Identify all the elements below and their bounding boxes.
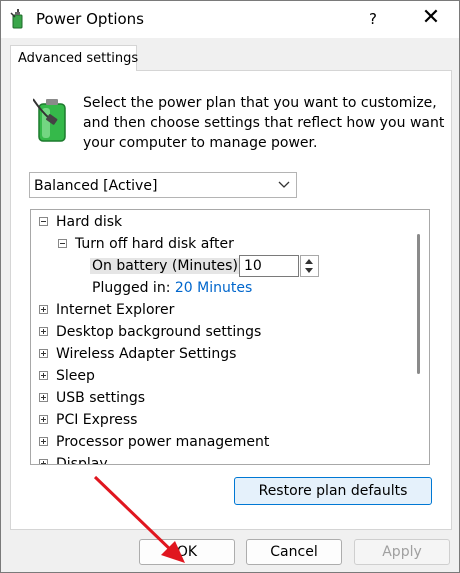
tree-item-label: Internet Explorer [56,302,175,318]
expand-icon[interactable] [39,415,48,424]
tree-item-label: PCI Express [56,412,138,428]
close-button[interactable]: ✕ [419,7,443,31]
chevron-down-icon [278,181,290,188]
expand-icon[interactable] [39,459,48,464]
tree-item-label: Display [56,456,108,465]
expand-icon[interactable] [39,371,48,380]
title-bar: Power Options ? ✕ [1,1,459,38]
power-plan-dropdown[interactable]: Balanced [Active] [29,172,297,198]
tree-scrollbar[interactable] [417,234,420,374]
plugged-in-value-link[interactable]: 20 Minutes [175,280,252,296]
tree-item-label: Sleep [56,368,95,384]
description-line: your computer to manage power. [83,135,318,151]
expand-icon[interactable] [39,349,48,358]
minutes-spinner[interactable] [300,255,319,277]
power-options-dialog: Power Options ? ✕ Advanced settings Sele… [0,0,460,573]
spin-up-icon[interactable] [305,259,313,264]
spin-down-icon[interactable] [305,268,313,273]
expand-icon[interactable] [39,393,48,402]
window-title: Power Options [36,10,144,28]
on-battery-row: On battery (Minutes): [90,255,245,277]
apply-button[interactable]: Apply [354,539,450,565]
cancel-button[interactable]: Cancel [246,539,342,565]
plugged-in-label: Plugged in: [92,280,171,296]
collapse-icon[interactable] [39,217,48,226]
tree-item-label: Wireless Adapter Settings [56,346,237,362]
expand-icon[interactable] [39,305,48,314]
tree-item-label: Turn off hard disk after [75,236,234,252]
collapse-icon[interactable] [58,239,67,248]
tree-item-label: USB settings [56,390,146,406]
tab-advanced-settings[interactable]: Advanced settings [10,45,139,71]
settings-tree[interactable]: Hard disk Turn off hard disk after On ba… [30,209,430,465]
power-options-icon [10,9,23,29]
tab-label: Advanced settings [18,51,139,66]
ok-button[interactable]: OK [139,539,235,565]
description-line: Select the power plan that you want to c… [83,95,437,111]
expand-icon[interactable] [39,327,48,336]
plugged-in-row: Plugged in: 20 Minutes [92,277,252,299]
description-text: Select the power plan that you want to c… [83,93,445,153]
tree-item-label: Processor power management [56,434,270,450]
expand-icon[interactable] [39,437,48,446]
power-plan-value: Balanced [Active] [34,178,158,194]
description-line: and then choose settings that reflect ho… [83,115,445,131]
help-button[interactable]: ? [362,7,384,31]
battery-plug-icon [33,98,66,142]
tree-item-label: Hard disk [56,214,123,230]
restore-plan-defaults-button[interactable]: Restore plan defaults [234,477,432,505]
on-battery-label: On battery (Minutes): [90,258,245,274]
on-battery-minutes-input[interactable]: 10 [239,255,299,277]
tree-item-label: Desktop background settings [56,324,262,340]
